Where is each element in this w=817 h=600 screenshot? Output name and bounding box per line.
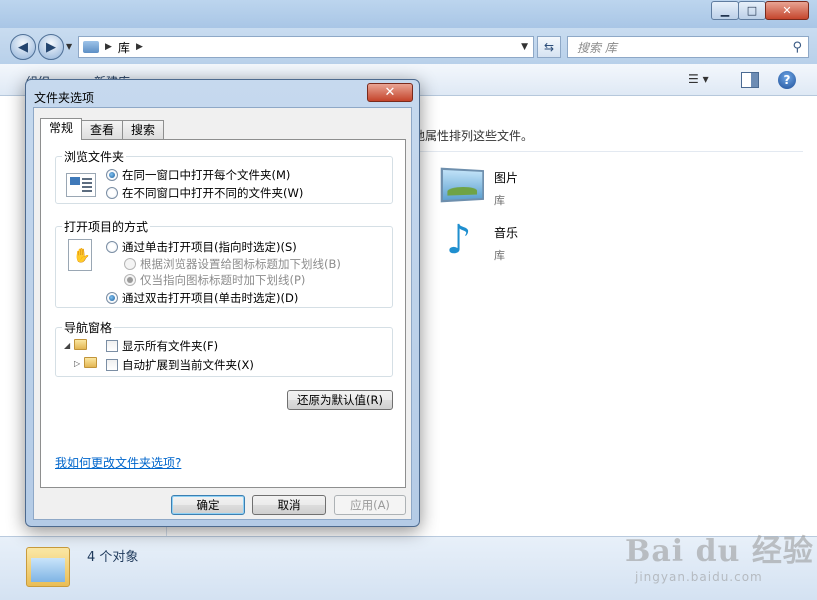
close-icon: ✕: [384, 85, 396, 100]
open-new-window-option[interactable]: 在不同窗口中打开不同的文件夹(W): [106, 185, 303, 201]
library-item-type: 库: [494, 249, 505, 262]
click-items-group: 打开项目的方式 通过单击打开项目(指向时选定)(S) 根据浏览器设置给图标标题加…: [55, 218, 393, 308]
music-library-icon: ♪: [446, 217, 472, 263]
double-click-option[interactable]: 通过双击打开项目(单击时选定)(D): [106, 290, 298, 306]
library-description: 地属性排列这些文件。: [413, 129, 534, 143]
refresh-button[interactable]: ⇆: [537, 36, 561, 58]
preview-pane-icon[interactable]: [741, 72, 759, 88]
object-count: 4 个对象: [87, 550, 139, 565]
address-dropdown-icon[interactable]: ▼: [521, 42, 528, 52]
group-label: 浏览文件夹: [62, 148, 127, 165]
library-item-pictures[interactable]: 图片 库: [440, 165, 518, 208]
change-view-icon[interactable]: ☰ ▾: [688, 72, 718, 88]
radio-icon[interactable]: [106, 241, 118, 253]
baidu-watermark: Bai du 经验 jingyan.baidu.com: [625, 526, 814, 584]
navigation-pane-group: 导航窗格 ◢ ▷ 显示所有文件夹(F) 自动扩展到当前文件夹(X): [55, 319, 393, 377]
breadcrumb-library[interactable]: 库: [118, 39, 130, 56]
address-bar[interactable]: ▶ 库 ▶ ▼: [78, 36, 534, 58]
option-label: 在不同窗口中打开不同的文件夹(W): [122, 186, 304, 200]
option-label: 通过单击打开项目(指向时选定)(S): [122, 240, 297, 254]
address-row: ◀ ▶ ▼ ▶ 库 ▶ ▼ ⇆ 搜索 库 ⚲: [0, 28, 817, 64]
pointer-hand-icon: [68, 239, 92, 271]
radio-icon[interactable]: [106, 292, 118, 304]
watermark-logo: Bai du 经验: [625, 534, 814, 569]
radio-icon[interactable]: [106, 187, 118, 199]
option-label: 自动扩展到当前文件夹(X): [122, 358, 254, 372]
folder-options-help-link[interactable]: 我如何更改文件夹选项?: [55, 454, 181, 471]
option-label: 在同一窗口中打开每个文件夹(M): [122, 168, 291, 182]
dialog-close-button[interactable]: ✕: [367, 83, 413, 102]
checkbox-icon[interactable]: [106, 359, 118, 371]
libraries-folder-icon: [26, 547, 70, 587]
maximize-button[interactable]: □: [738, 1, 766, 20]
single-click-option[interactable]: 通过单击打开项目(指向时选定)(S): [106, 239, 297, 255]
option-label: 仅当指向图标标题时加下划线(P): [140, 273, 306, 287]
breadcrumb-separator-icon[interactable]: ▶: [105, 42, 112, 52]
folder-options-dialog: 文件夹选项 ✕ 常规 查看 搜索 浏览文件夹 在同一窗口中打开每个文件夹(M) …: [25, 79, 420, 527]
library-item-music[interactable]: ♪ 音乐 库: [440, 220, 518, 263]
group-label: 导航窗格: [62, 319, 115, 336]
dialog-title: 文件夹选项: [34, 91, 95, 105]
recent-pages-dropdown-icon[interactable]: ▼: [66, 42, 72, 51]
tab-view[interactable]: 查看: [81, 120, 124, 140]
library-item-name: 音乐: [494, 226, 519, 240]
browse-folders-group: 浏览文件夹 在同一窗口中打开每个文件夹(M) 在不同窗口中打开不同的文件夹(W): [55, 148, 393, 204]
back-button[interactable]: ◀: [10, 34, 36, 60]
content-divider: [413, 151, 803, 152]
tab-general[interactable]: 常规: [40, 118, 83, 140]
search-placeholder: 搜索 库: [577, 40, 617, 55]
radio-icon[interactable]: [106, 169, 118, 181]
dialog-tabs: 常规 查看 搜索: [40, 118, 165, 140]
library-item-name: 图片: [494, 171, 519, 185]
library-item-type: 库: [494, 194, 505, 207]
radio-icon[interactable]: [124, 274, 136, 286]
forward-button[interactable]: ▶: [38, 34, 64, 60]
dialog-body: 常规 查看 搜索 浏览文件夹 在同一窗口中打开每个文件夹(M) 在不同窗口中打开…: [33, 107, 412, 520]
tree-expanded-icon: ◢: [64, 341, 71, 350]
watermark-url: jingyan.baidu.com: [635, 570, 763, 584]
breadcrumb-separator-icon[interactable]: ▶: [136, 42, 143, 52]
pictures-library-icon: [440, 165, 488, 207]
library-folder-icon: [83, 41, 99, 53]
general-tab-panel: 浏览文件夹 在同一窗口中打开每个文件夹(M) 在不同窗口中打开不同的文件夹(W)…: [40, 139, 406, 488]
ok-button[interactable]: 确定: [171, 495, 245, 515]
search-input[interactable]: 搜索 库 ⚲: [567, 36, 809, 58]
refresh-icon: ⇆: [543, 40, 555, 54]
apply-button[interactable]: 应用(A): [334, 495, 406, 515]
close-button[interactable]: ✕: [765, 1, 809, 20]
group-label: 打开项目的方式: [62, 218, 151, 235]
help-icon[interactable]: ?: [778, 71, 796, 89]
option-label: 显示所有文件夹(F): [122, 339, 219, 353]
open-same-window-option[interactable]: 在同一窗口中打开每个文件夹(M): [106, 167, 290, 183]
tree-collapsed-icon: ▷: [74, 359, 81, 368]
underline-browser-option[interactable]: 根据浏览器设置给图标标题加下划线(B): [124, 256, 341, 272]
folder-icon: [74, 339, 87, 350]
option-label: 通过双击打开项目(单击时选定)(D): [122, 291, 299, 305]
cancel-button[interactable]: 取消: [252, 495, 326, 515]
back-arrow-icon: ◀: [18, 39, 28, 55]
minimize-button[interactable]: ▁: [711, 1, 739, 20]
forward-arrow-icon: ▶: [46, 39, 56, 55]
explorer-titlebar: ▁ □ ✕: [0, 0, 817, 28]
tab-search[interactable]: 搜索: [122, 120, 165, 140]
auto-expand-option[interactable]: 自动扩展到当前文件夹(X): [106, 357, 254, 373]
checkbox-icon[interactable]: [106, 340, 118, 352]
option-label: 根据浏览器设置给图标标题加下划线(B): [140, 257, 341, 271]
show-all-folders-option[interactable]: 显示所有文件夹(F): [106, 338, 218, 354]
search-icon[interactable]: ⚲: [792, 40, 802, 55]
restore-defaults-button[interactable]: 还原为默认值(R): [287, 390, 393, 410]
browse-folders-illustration-icon: [66, 173, 96, 197]
underline-point-option[interactable]: 仅当指向图标标题时加下划线(P): [124, 272, 305, 288]
folder-icon: [84, 357, 97, 368]
radio-icon[interactable]: [124, 258, 136, 270]
